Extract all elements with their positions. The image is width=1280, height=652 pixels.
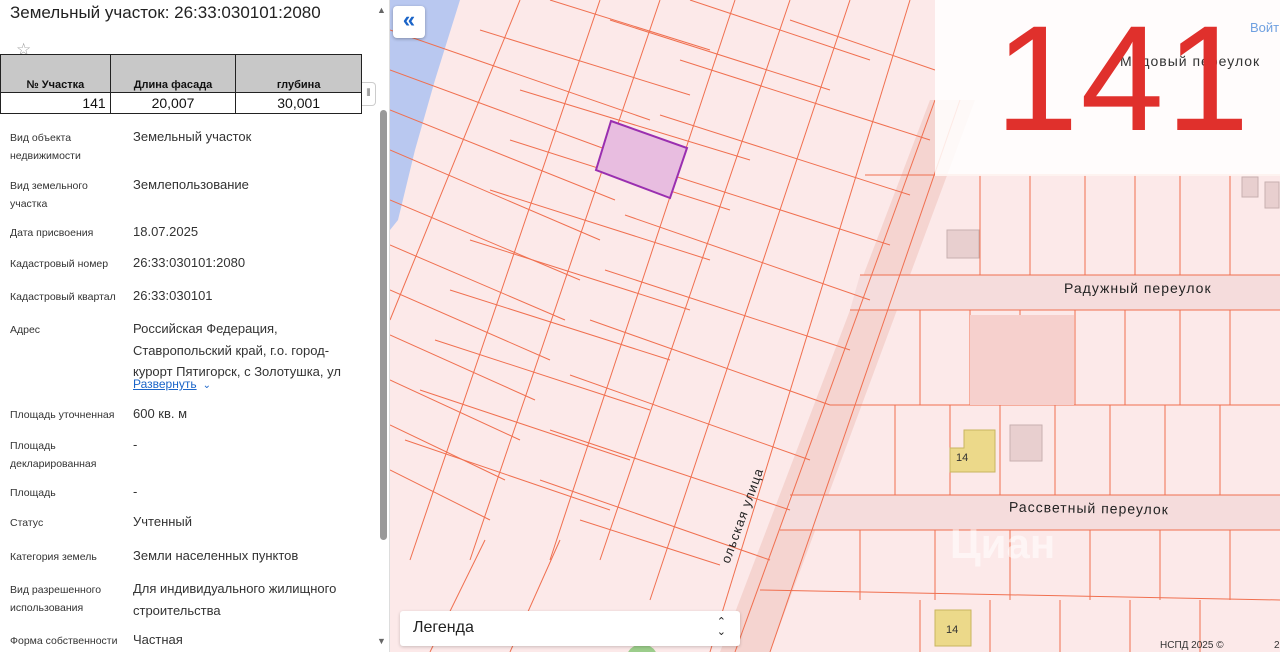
scrollbar-thumb[interactable]: [380, 110, 387, 540]
up-down-arrows-icon: ⌃ ⌄: [716, 616, 726, 638]
property-value: 26:33:030101:2080: [133, 255, 246, 270]
property-value: -: [133, 484, 138, 499]
property-value: Земельный участок: [133, 129, 252, 144]
house-14-building: [949, 429, 996, 473]
scroll-down-arrow-icon[interactable]: ▼: [377, 636, 386, 646]
property-value: Частная: [133, 632, 183, 647]
property-label: Вид земельного участка: [10, 180, 88, 210]
property-value: 600 кв. м: [133, 406, 188, 421]
building: [1241, 176, 1259, 198]
road-diagonal: [720, 100, 975, 652]
property-label: Категория земель: [10, 551, 97, 563]
panel-title: Земельный участок: 26:33:030101:2080: [10, 3, 321, 22]
property-value: Землепользование: [133, 177, 249, 192]
login-link[interactable]: Войти: [1250, 20, 1280, 35]
expand-address[interactable]: Развернуть ⌄: [133, 373, 363, 397]
building-zone: [970, 315, 1022, 405]
building: [946, 229, 980, 259]
legend-label: Легенда: [413, 619, 474, 636]
cadastral-map[interactable]: « Радужный переулок Рассветный переулок …: [390, 0, 1280, 652]
collapse-panel-button[interactable]: «: [393, 6, 425, 38]
property-label: Статус: [10, 517, 44, 529]
property-value: -: [133, 437, 138, 452]
cell-facade-length: 20,007: [109, 92, 237, 114]
property-label: Кадастровый квартал: [10, 291, 116, 303]
property-label: Площадь декларированная: [10, 440, 97, 470]
property-label: Форма собственности: [10, 635, 118, 647]
property-value: 26:33:030101: [133, 288, 213, 303]
column-header-facade-length: Длина фасада: [110, 54, 237, 93]
expand-link[interactable]: Развернуть: [133, 377, 197, 391]
building: [1264, 181, 1280, 209]
building-zone: [1022, 315, 1074, 405]
column-header-depth: глубина: [235, 54, 362, 93]
property-label: Площадь уточненная: [10, 409, 115, 421]
legend-selector[interactable]: Легенда ⌃ ⌄: [400, 611, 740, 646]
column-header-parcel-number: № Участка: [0, 54, 111, 93]
property-label: Дата присвоения: [10, 227, 94, 239]
property-value: Для индивидуального жилищного строительс…: [133, 581, 337, 618]
street-label-rassvetny: Рассветный переулок: [1008, 498, 1170, 518]
property-label: Вид разрешенного использования: [10, 584, 102, 614]
selected-parcel[interactable]: [594, 119, 689, 200]
street-label-raduzhny: Радужный переулок: [1064, 280, 1212, 296]
house-number: 14: [956, 452, 969, 464]
parcel-dimensions-table: № Участка Длина фасада глубина 141 20,00…: [0, 54, 362, 114]
cell-parcel-number: 141: [0, 92, 111, 114]
property-label: Адрес: [10, 324, 41, 336]
property-label: Кадастровый номер: [10, 258, 109, 270]
watermark: Циан: [950, 520, 1056, 567]
copyright-text: НСПД 2025 ©: [1160, 640, 1224, 651]
scale-label: 2: [1274, 640, 1280, 651]
chevron-down-icon[interactable]: ⌄: [203, 380, 211, 391]
property-label: Площадь: [10, 487, 56, 499]
property-value: Учтенный: [133, 514, 193, 529]
house-number: 14: [946, 624, 959, 636]
side-tab-handle[interactable]: ⦀: [362, 82, 376, 106]
scroll-up-arrow-icon[interactable]: ▲: [377, 5, 386, 15]
property-value: Земли населенных пунктов: [133, 548, 299, 563]
cell-depth: 30,001: [235, 92, 362, 114]
building: [1009, 424, 1043, 462]
property-label: Вид объекта недвижимости: [10, 132, 81, 162]
big-parcel-number: 141: [995, 0, 1252, 162]
parcel-number-overlay: Медовый переулок 141 Войти: [935, 0, 1280, 176]
info-panel: Земельный участок: 26:33:030101:2080 ☆ ▲…: [0, 0, 390, 652]
property-value: 18.07.2025: [133, 224, 199, 239]
